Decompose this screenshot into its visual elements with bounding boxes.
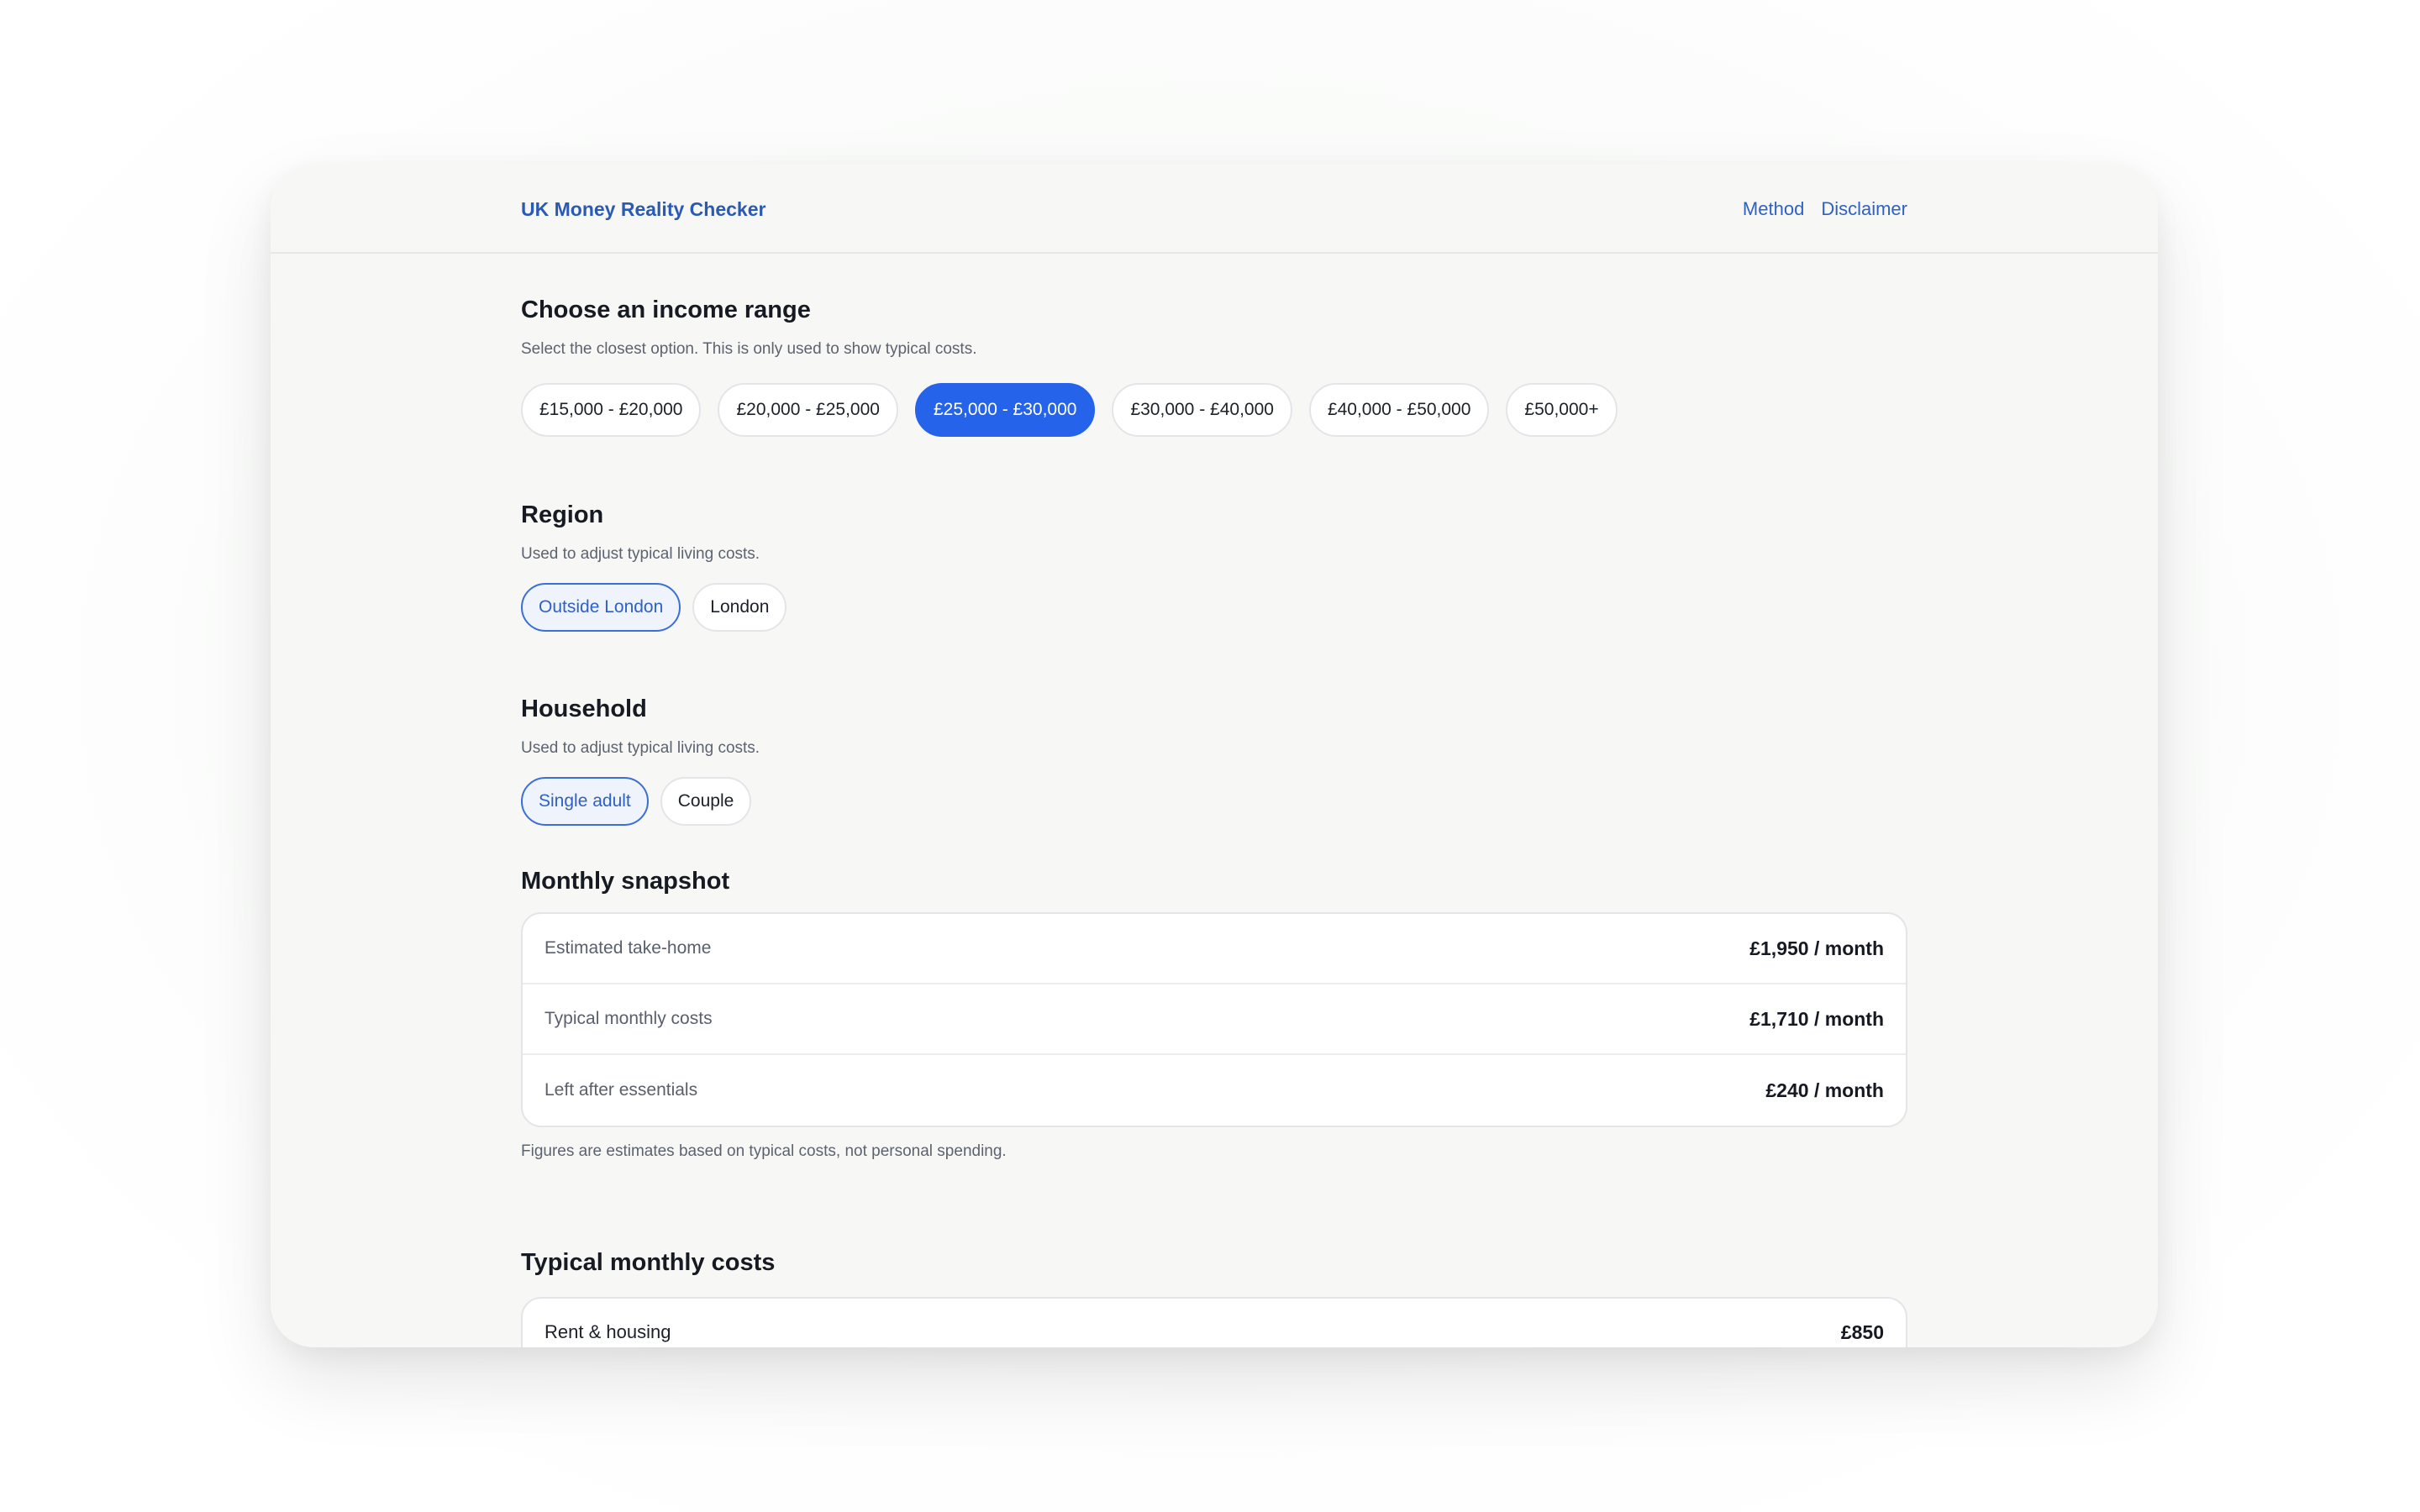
snapshot-row-value: £240 / month <box>1765 1079 1884 1101</box>
income-option-15k-20k[interactable]: £15,000 - £20,000 <box>521 383 702 437</box>
income-option-20k-25k[interactable]: £20,000 - £25,000 <box>718 383 898 437</box>
top-bar: UK Money Reality Checker Method Disclaim… <box>271 165 2158 254</box>
nav-link-method[interactable]: Method <box>1743 198 1804 220</box>
household-section-title: Household <box>521 696 647 722</box>
snapshot-row: Left after essentials £240 / month <box>523 1055 1906 1126</box>
region-option-london[interactable]: London <box>692 583 787 632</box>
costs-card: Rent & housing £850 <box>521 1297 1907 1347</box>
cost-row: Rent & housing £850 <box>523 1299 1906 1347</box>
household-options: Single adult Couple <box>521 777 752 826</box>
household-option-single-adult[interactable]: Single adult <box>521 777 649 826</box>
snapshot-row-label: Estimated take-home <box>544 938 712 958</box>
nav-link-disclaimer[interactable]: Disclaimer <box>1821 198 1907 220</box>
snapshot-row: Estimated take-home £1,950 / month <box>523 914 1906 984</box>
costs-section-title: Typical monthly costs <box>521 1249 776 1276</box>
region-option-outside-london[interactable]: Outside London <box>521 583 681 632</box>
income-option-30k-40k[interactable]: £30,000 - £40,000 <box>1112 383 1292 437</box>
household-section-subtitle: Used to adjust typical living costs. <box>521 739 760 757</box>
region-section-subtitle: Used to adjust typical living costs. <box>521 545 760 563</box>
snapshot-disclaimer-note: Figures are estimates based on typical c… <box>521 1142 1007 1160</box>
snapshot-section-title: Monthly snapshot <box>521 868 730 895</box>
cost-row-label: Rent & housing <box>544 1321 671 1342</box>
cost-row-value: £850 <box>1840 1320 1884 1343</box>
income-option-40k-50k[interactable]: £40,000 - £50,000 <box>1308 383 1490 437</box>
snapshot-card: Estimated take-home £1,950 / month Typic… <box>521 912 1907 1127</box>
snapshot-row-value: £1,710 / month <box>1749 1007 1884 1030</box>
income-section-subtitle: Select the closest option. This is only … <box>521 340 977 358</box>
region-options: Outside London London <box>521 583 787 632</box>
income-range-options: £15,000 - £20,000 £20,000 - £25,000 £25,… <box>521 383 1618 437</box>
income-section-title: Choose an income range <box>521 297 811 323</box>
top-nav: Method Disclaimer <box>1743 198 1907 220</box>
brand-title[interactable]: UK Money Reality Checker <box>521 198 765 220</box>
snapshot-row-label: Left after essentials <box>544 1080 698 1100</box>
household-option-couple[interactable]: Couple <box>660 777 752 826</box>
income-option-50k-plus[interactable]: £50,000+ <box>1506 383 1618 437</box>
snapshot-row-value: £1,950 / month <box>1749 937 1884 959</box>
app-window: UK Money Reality Checker Method Disclaim… <box>271 165 2158 1347</box>
snapshot-row-label: Typical monthly costs <box>544 1009 713 1028</box>
region-section-title: Region <box>521 501 604 528</box>
income-option-25k-30k[interactable]: £25,000 - £30,000 <box>914 383 1096 437</box>
snapshot-row: Typical monthly costs £1,710 / month <box>523 984 1906 1055</box>
